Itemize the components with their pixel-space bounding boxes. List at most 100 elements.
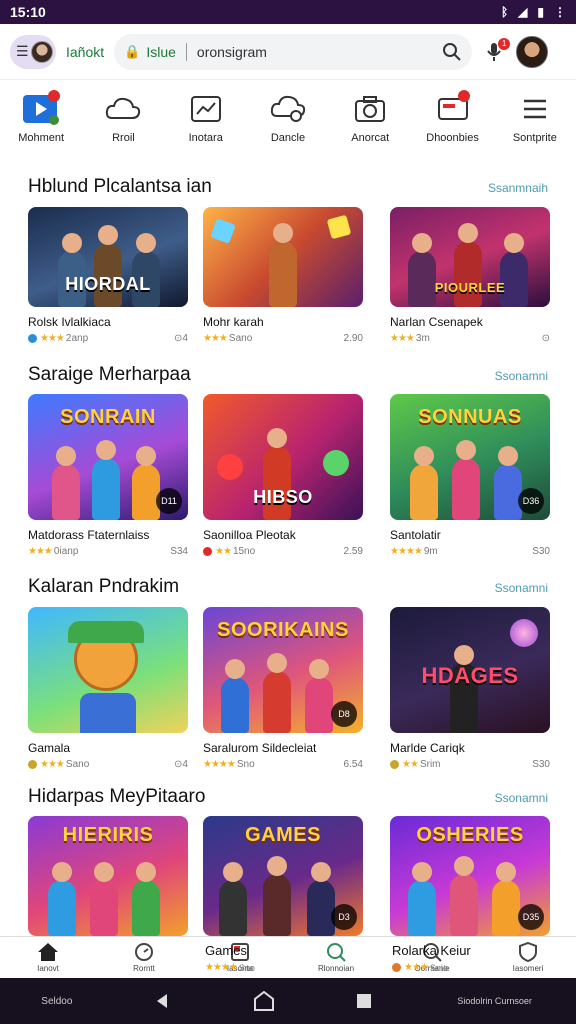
nav-home[interactable]: Ianovt bbox=[18, 942, 78, 973]
rating-stars: ★★ bbox=[402, 759, 419, 770]
ball-decoration bbox=[323, 450, 349, 476]
game-card[interactable]: Gamala ★★★ Sano ⊙4 bbox=[28, 607, 188, 770]
game-meta-text: 3m bbox=[415, 333, 430, 344]
game-thumbnail: HDAGES bbox=[390, 607, 550, 733]
see-all-link[interactable]: Ssonamni bbox=[495, 369, 548, 383]
game-card[interactable]: HIERIRIS bbox=[28, 816, 188, 936]
home-button-icon[interactable] bbox=[253, 991, 274, 1011]
game-meta: ★★ Srim S30 bbox=[390, 759, 550, 770]
menu-button[interactable]: ☰ bbox=[10, 34, 56, 69]
category-dancle[interactable]: Dancle bbox=[250, 92, 326, 156]
thumbnail-title: GAMES bbox=[245, 824, 321, 846]
nav-overlay-title: Rolarka Keiur bbox=[392, 943, 471, 958]
character-figure bbox=[221, 659, 249, 733]
nav-library[interactable]: Iasomeri bbox=[498, 942, 558, 973]
category-anorcat[interactable]: Anorcat bbox=[332, 92, 408, 156]
nav-overlay-title: Games bbox=[205, 943, 247, 958]
address-bar[interactable]: 🔒 Islue oronsigram bbox=[114, 33, 473, 70]
character-figure bbox=[408, 862, 436, 936]
thumbnail-title: HIBSO bbox=[253, 487, 313, 507]
game-title: Mohr karah bbox=[203, 315, 264, 329]
status-bar: 15:10 ᛒ ◢ ▮ ⋮ bbox=[0, 0, 576, 24]
game-meta-right: S30 bbox=[532, 759, 550, 770]
game-meta: ★★★ 2anp ⊙4 bbox=[28, 333, 188, 344]
thumbnail-title: HDAGES bbox=[421, 663, 519, 688]
game-thumbnail: SONNUAS D36 bbox=[390, 394, 550, 520]
back-icon[interactable] bbox=[155, 993, 171, 1009]
game-card[interactable]: SOORIKAINS D8 Saralurom Sildecleiat ★★★★… bbox=[203, 607, 363, 770]
rating-stars: ★★★ bbox=[390, 333, 415, 344]
game-card[interactable]: OSHERIES D35 bbox=[390, 816, 550, 936]
thumbnail-title: PIOURLEE bbox=[434, 280, 506, 295]
see-all-link[interactable]: Ssonamni bbox=[495, 581, 548, 595]
age-badge: D11 bbox=[156, 488, 182, 514]
top-app-bar: ☰ Iañokt 🔒 Islue oronsigram 1 bbox=[0, 24, 576, 80]
thumbnail-title: SOORIKAINS bbox=[217, 619, 349, 641]
category-inotara[interactable]: Inotara bbox=[168, 92, 244, 156]
nav-discover[interactable]: Rlonnoian bbox=[306, 942, 366, 973]
thumbnail-title: HIORDAL bbox=[65, 274, 151, 294]
age-badge: D8 bbox=[331, 701, 357, 727]
category-label: Sontprite bbox=[512, 132, 557, 144]
section-title: Saraige Merharpaa bbox=[28, 364, 191, 385]
rating-stars: ★★ bbox=[215, 546, 232, 557]
game-meta-right: 2.59 bbox=[343, 546, 363, 557]
search-input[interactable]: oronsigram bbox=[197, 44, 436, 60]
game-card[interactable]: HIBSO Saonilloa Pleotak ★★ 15no 2.59 bbox=[203, 394, 363, 557]
brand-label: Iañokt bbox=[66, 43, 105, 60]
home-icon bbox=[38, 943, 58, 961]
game-card[interactable]: GAMES D3 bbox=[203, 816, 363, 936]
see-all-link[interactable]: Ssanmnaih bbox=[488, 181, 548, 195]
rating-stars: ★★★★ bbox=[203, 759, 236, 770]
game-meta-right: ⊙4 bbox=[174, 333, 188, 344]
game-title: Santolatir bbox=[390, 528, 441, 542]
game-meta-text: Srim bbox=[419, 759, 441, 770]
character-figure bbox=[305, 659, 333, 733]
category-sontprite[interactable]: Sontprite bbox=[497, 92, 573, 156]
game-thumbnail: HIBSO bbox=[203, 394, 363, 520]
nav-label: Rorntt bbox=[133, 964, 155, 973]
game-thumbnail: GAMES D3 bbox=[203, 816, 363, 936]
see-all-link[interactable]: Ssonamni bbox=[495, 791, 548, 805]
profile-avatar[interactable] bbox=[516, 35, 549, 68]
game-meta-text: 2anp bbox=[65, 333, 89, 344]
character-figure bbox=[452, 440, 480, 520]
category-label: Rroil bbox=[112, 132, 135, 144]
category-dhoonbies[interactable]: Dhoonbies bbox=[415, 90, 491, 156]
category-label: Anorcat bbox=[351, 132, 390, 144]
recents-icon[interactable] bbox=[356, 993, 372, 1009]
character-figure bbox=[263, 653, 291, 733]
mic-button[interactable]: 1 bbox=[482, 37, 511, 66]
character-figure bbox=[500, 233, 528, 307]
status-time: 15:10 bbox=[10, 4, 46, 20]
category-label: Inotara bbox=[188, 132, 223, 144]
category-label: Dancle bbox=[270, 132, 306, 144]
list-icon bbox=[516, 92, 554, 126]
game-meta-right: 6.54 bbox=[343, 759, 363, 770]
game-meta: ★★★ Sano ⊙4 bbox=[28, 759, 188, 770]
game-meta-text: 15no bbox=[232, 546, 256, 557]
game-meta: ★★★★ Sno 6.54 bbox=[203, 759, 363, 770]
search-icon[interactable] bbox=[442, 42, 462, 62]
game-card[interactable]: SONRAIN D11 Matdorass Ftaternlaiss ★★★ 0… bbox=[28, 394, 188, 557]
developer-icon bbox=[392, 963, 401, 972]
category-rroil[interactable]: Rroil bbox=[85, 92, 161, 156]
game-meta-right: S34 bbox=[170, 546, 188, 557]
rating-stars: ★★★★ bbox=[390, 546, 423, 557]
url-label: Islue bbox=[146, 43, 176, 60]
game-card[interactable]: HDAGES Marlde Cariqk ★★ Srim S30 bbox=[390, 607, 550, 770]
game-card[interactable]: SONNUAS D36 Santolatir ★★★★ 9m S30 bbox=[390, 394, 550, 557]
character-figure bbox=[408, 233, 436, 307]
developer-icon bbox=[28, 334, 37, 343]
category-mohment[interactable]: Mohment bbox=[3, 90, 79, 156]
game-title: Marlde Cariqk bbox=[390, 741, 465, 755]
system-label-left: Seldoo bbox=[41, 995, 73, 1007]
rating-stars: ★★★★ bbox=[205, 962, 238, 973]
developer-icon bbox=[28, 760, 37, 769]
game-card[interactable]: HIORDAL Rolsk Ivlalkiaca ★★★ 2anp ⊙4 bbox=[28, 207, 188, 344]
character-figure bbox=[90, 862, 118, 936]
nav-recent[interactable]: Rorntt bbox=[114, 942, 174, 973]
character-figure bbox=[92, 440, 120, 520]
game-card[interactable]: Mohr karah ★★★ Sano 2.90 bbox=[203, 207, 363, 344]
game-card[interactable]: PIOURLEE Narlan Csenapek ★★★ 3m ⊙ bbox=[390, 207, 550, 344]
